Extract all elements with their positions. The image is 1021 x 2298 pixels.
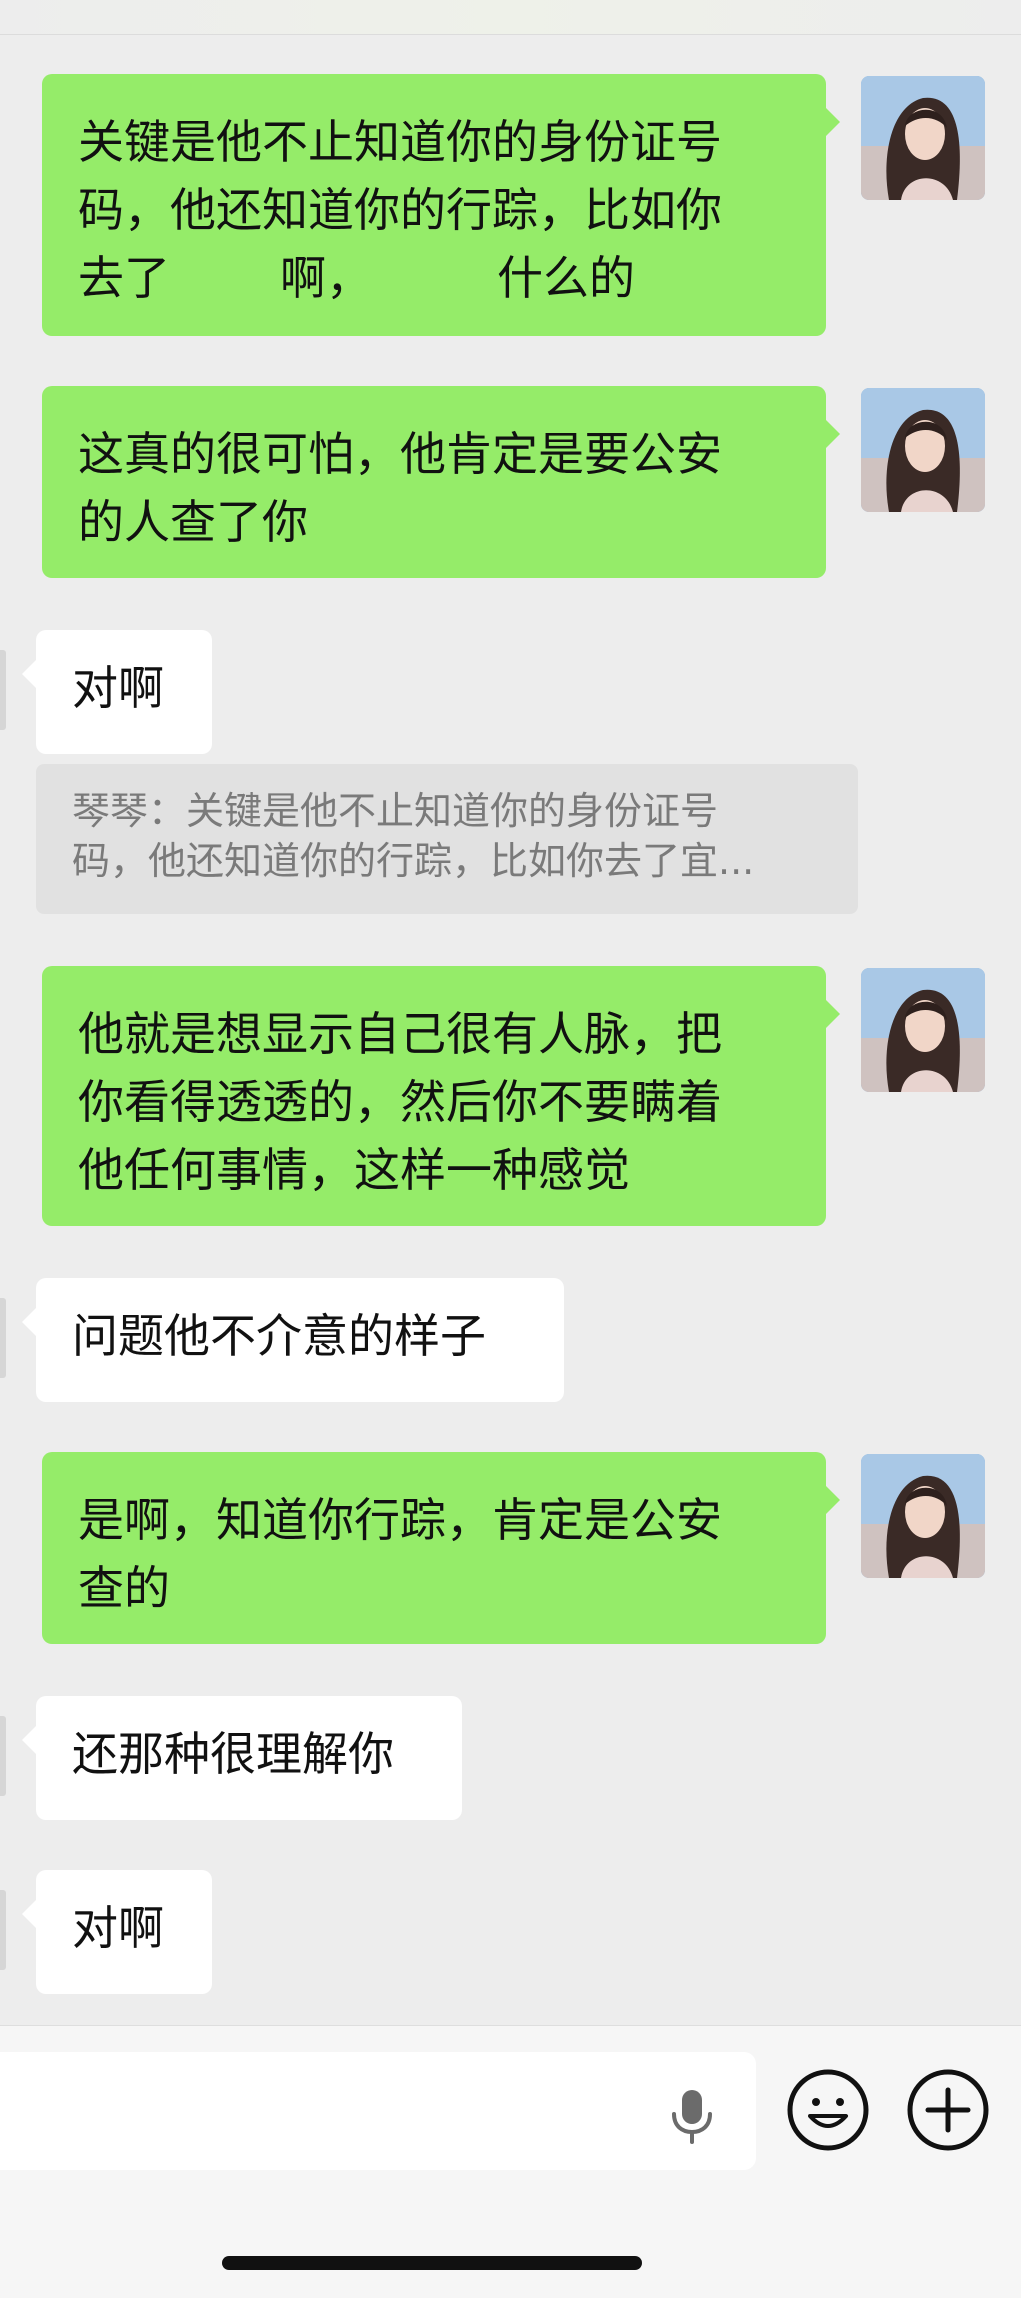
message-line: 对啊 bbox=[72, 661, 164, 715]
message-line: 你看得透透的，然后你不要瞒着 bbox=[78, 1075, 722, 1129]
message-bubble-incoming[interactable]: 还那种很理解你 bbox=[22, 1696, 462, 1820]
message-line: 对啊 bbox=[72, 1901, 164, 1955]
avatar[interactable] bbox=[861, 1454, 985, 1578]
redacted-blank bbox=[372, 262, 497, 302]
avatar-portrait-icon bbox=[861, 76, 985, 200]
avatar[interactable] bbox=[861, 76, 985, 200]
avatar-edge bbox=[0, 1890, 6, 1970]
quote-line: 琴琴：关键是他不止知道你的身份证号 bbox=[72, 789, 719, 833]
message-bubble-outgoing[interactable]: 关键是他不止知道你的身份证号 码，他还知道你的行踪，比如你 去了 啊， 什么的 bbox=[42, 74, 840, 336]
avatar-portrait-icon bbox=[861, 388, 985, 512]
avatar[interactable] bbox=[861, 388, 985, 512]
avatar-edge bbox=[0, 650, 6, 730]
microphone-icon[interactable] bbox=[668, 2088, 716, 2144]
message-input[interactable] bbox=[0, 2052, 756, 2170]
message-bubble-outgoing[interactable]: 是啊，知道你行踪，肯定是公安 查的 bbox=[42, 1452, 840, 1644]
message-bubble-incoming[interactable]: 对啊 bbox=[22, 1870, 212, 1994]
home-indicator bbox=[222, 2256, 642, 2270]
message-line: 去了 啊， 什么的 bbox=[78, 244, 790, 312]
redacted-blank bbox=[170, 262, 280, 302]
message-fragment: 什么的 bbox=[497, 251, 635, 305]
message-line: 的人查了你 bbox=[78, 495, 308, 549]
message-line: 码，他还知道你的行踪，比如你 bbox=[78, 183, 722, 237]
avatar-portrait-icon bbox=[861, 968, 985, 1092]
avatar[interactable] bbox=[861, 968, 985, 1092]
message-line: 他任何事情，这样一种感觉 bbox=[78, 1143, 630, 1197]
message-line: 是啊，知道你行踪，肯定是公安 bbox=[78, 1493, 722, 1547]
top-bar bbox=[0, 0, 1021, 35]
plus-icon[interactable] bbox=[906, 2068, 990, 2152]
message-line: 关键是他不止知道你的身份证号 bbox=[78, 115, 722, 169]
avatar-portrait-icon bbox=[861, 1454, 985, 1578]
message-bubble-incoming[interactable]: 问题他不介意的样子 bbox=[22, 1278, 564, 1402]
quoted-message[interactable]: 琴琴：关键是他不止知道你的身份证号 码，他还知道你的行踪，比如你去了宜... bbox=[36, 764, 858, 914]
message-line: 问题他不介意的样子 bbox=[72, 1309, 486, 1363]
message-fragment: 去了 bbox=[78, 251, 170, 305]
avatar-edge bbox=[0, 1298, 6, 1378]
message-line: 他就是想显示自己很有人脉，把 bbox=[78, 1007, 722, 1061]
message-fragment: 啊， bbox=[280, 251, 372, 305]
message-line: 还那种很理解你 bbox=[72, 1727, 394, 1781]
message-bubble-incoming[interactable]: 对啊 bbox=[22, 630, 212, 754]
message-line: 这真的很可怕，他肯定是要公安 bbox=[78, 427, 722, 481]
quote-line: 码，他还知道你的行踪，比如你去了宜... bbox=[72, 839, 755, 883]
message-bubble-outgoing[interactable]: 他就是想显示自己很有人脉，把 你看得透透的，然后你不要瞒着 他任何事情，这样一种… bbox=[42, 966, 840, 1226]
avatar-edge bbox=[0, 1716, 6, 1796]
message-line: 查的 bbox=[78, 1561, 170, 1615]
emoji-icon[interactable] bbox=[786, 2068, 870, 2152]
message-bubble-outgoing[interactable]: 这真的很可怕，他肯定是要公安 的人查了你 bbox=[42, 386, 840, 578]
